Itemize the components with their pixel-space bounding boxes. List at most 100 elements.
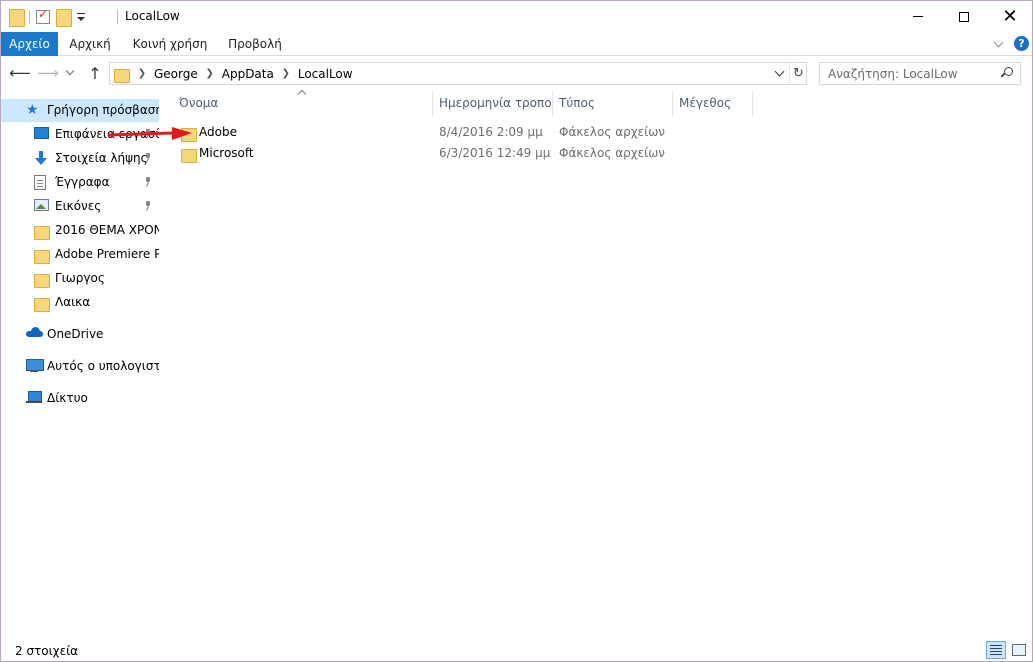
new-folder-icon[interactable]: [56, 9, 72, 27]
table-row[interactable]: Microsoft 6/3/2016 12:49 μμ Φάκελος αρχε…: [173, 143, 753, 164]
arrow-shaft: [108, 131, 175, 137]
breadcrumb: ❯ George ❯ AppData ❯ LocalLow: [134, 63, 357, 84]
sidebar-item-onedrive[interactable]: OneDrive: [1, 323, 159, 346]
title-separator: [117, 10, 118, 24]
maximize-button[interactable]: [941, 1, 987, 32]
sidebar-item-label: Στοιχεία λήψης: [55, 151, 148, 165]
minimize-button[interactable]: [895, 1, 941, 32]
pin-icon: [144, 201, 152, 211]
column-header-type[interactable]: Τύπος: [553, 90, 673, 117]
folder-icon: [181, 146, 197, 163]
folder-icon: [114, 66, 130, 83]
customize-toolbar-icon[interactable]: [76, 11, 86, 23]
file-list: Όνομα Ημερομηνία τροποποίησης Τύπος Μέγε…: [159, 89, 1032, 637]
sidebar-item-label: Adobe Premiere Pro: [55, 247, 159, 261]
breadcrumb-item-locallow[interactable]: LocalLow: [294, 67, 357, 81]
quick-access-toolbar: [9, 7, 86, 27]
breadcrumb-item-appdata[interactable]: AppData: [218, 67, 278, 81]
search-placeholder: Αναζήτηση: LocalLow: [828, 67, 958, 81]
recent-locations-button[interactable]: [63, 64, 77, 82]
help-icon[interactable]: ?: [1014, 36, 1029, 51]
network-icon: [26, 391, 42, 405]
sidebar-item-label: Εικόνες: [55, 199, 102, 213]
address-bar[interactable]: ❯ George ❯ AppData ❯ LocalLow ↻: [109, 62, 807, 85]
breadcrumb-chevron-icon[interactable]: ❯: [278, 68, 294, 79]
computer-icon: [26, 359, 44, 373]
annotation-arrow: [108, 127, 192, 140]
back-button[interactable]: ⟵: [9, 64, 31, 82]
status-bar: 2 στοιχεία: [1, 638, 1032, 661]
up-button[interactable]: ↑: [86, 64, 104, 83]
arrow-head: [172, 127, 192, 140]
navigation-bar: ⟵ ⟶ ↑ ❯ George ❯ AppData ❯ LocalLow ↻ Αν…: [1, 57, 1032, 89]
desktop-icon: [34, 127, 49, 139]
column-header-size[interactable]: Μέγεθος: [673, 90, 753, 117]
onedrive-icon: [26, 327, 43, 337]
sidebar-item-network[interactable]: Δίκτυο: [1, 387, 159, 410]
sidebar-item-label: OneDrive: [47, 327, 104, 341]
file-name: Adobe: [199, 125, 237, 139]
address-history-dropdown[interactable]: [772, 63, 788, 84]
file-type: Φάκελος αρχείων: [559, 125, 665, 139]
close-button[interactable]: ✕: [987, 1, 1032, 32]
minimize-icon: [913, 16, 923, 17]
pin-icon: [144, 177, 152, 187]
sidebar-item-label: Αυτός ο υπολογιστής: [47, 359, 159, 373]
folder-icon: [9, 9, 25, 27]
sidebar-item-giorgos[interactable]: Γιωργος: [1, 267, 159, 290]
forward-button[interactable]: ⟶: [37, 64, 59, 82]
sidebar-item-documents[interactable]: Έγγραφα: [1, 171, 159, 194]
file-name: Microsoft: [199, 146, 254, 160]
title-bar: LocalLow ✕: [1, 1, 1032, 32]
breadcrumb-item-george[interactable]: George: [150, 67, 202, 81]
file-type: Φάκελος αρχείων: [559, 146, 665, 160]
close-icon: ✕: [1002, 5, 1018, 27]
sidebar-item-laika[interactable]: Λαικα: [1, 291, 159, 314]
folder-icon: [34, 271, 50, 288]
file-date: 6/3/2016 12:49 μμ: [439, 146, 551, 160]
expand-ribbon-icon[interactable]: [993, 38, 1005, 48]
item-count: 2 στοιχεία: [15, 644, 79, 658]
download-icon: [34, 151, 48, 166]
search-icon[interactable]: [1001, 67, 1013, 79]
search-input[interactable]: Αναζήτηση: LocalLow: [819, 62, 1021, 85]
sidebar-item-this-pc[interactable]: Αυτός ο υπολογιστής: [1, 355, 159, 378]
documents-icon: [34, 175, 46, 190]
table-row[interactable]: Adobe 8/4/2016 2:09 μμ Φάκελος αρχείων: [173, 122, 753, 143]
breadcrumb-chevron-icon[interactable]: ❯: [202, 68, 218, 79]
sidebar-item-label: Γιωργος: [55, 271, 105, 285]
sidebar-item-downloads[interactable]: Στοιχεία λήψης: [1, 147, 159, 170]
properties-icon[interactable]: [36, 7, 50, 24]
folder-icon: [34, 247, 50, 264]
navigation-pane: ★ Γρήγορη πρόσβαση Επιφάνεια εργασίας Στ…: [1, 89, 159, 637]
tab-home[interactable]: Αρχική: [59, 32, 121, 56]
file-date: 8/4/2016 2:09 μμ: [439, 125, 543, 139]
sidebar-item-label: Έγγραφα: [55, 175, 110, 189]
details-view-icon[interactable]: [986, 641, 1006, 659]
tab-view[interactable]: Προβολή: [219, 32, 291, 56]
sidebar-item-label: Γρήγορη πρόσβαση: [47, 103, 159, 117]
sidebar-item-2016-thema[interactable]: 2016 ΘΕΜΑ ΧΡΟΝΟΣ: [1, 219, 159, 242]
sidebar-item-label: Δίκτυο: [47, 391, 88, 405]
refresh-button[interactable]: ↻: [789, 63, 807, 84]
sidebar-item-label: 2016 ΘΕΜΑ ΧΡΟΝΟΣ: [55, 223, 159, 237]
tab-share[interactable]: Κοινή χρήση: [123, 32, 217, 56]
maximize-icon: [959, 11, 969, 22]
toolbar-separator: [29, 10, 30, 24]
large-icons-view-icon[interactable]: [1009, 641, 1027, 659]
pictures-icon: [34, 199, 49, 211]
ribbon-tabs: Αρχείο Αρχική Κοινή χρήση Προβολή ?: [1, 32, 1032, 56]
sidebar-item-label: Λαικα: [55, 295, 91, 309]
breadcrumb-chevron-icon[interactable]: ❯: [134, 68, 150, 79]
column-header-date[interactable]: Ημερομηνία τροποποίησης: [433, 90, 553, 117]
explorer-window: LocalLow ✕ Αρχείο Αρχική Κοινή χρήση Προ…: [0, 0, 1033, 662]
pin-icon: [144, 153, 152, 163]
sidebar-item-pictures[interactable]: Εικόνες: [1, 195, 159, 218]
column-header-name[interactable]: Όνομα: [173, 90, 433, 117]
sidebar-item-quick-access[interactable]: ★ Γρήγορη πρόσβαση: [1, 99, 159, 122]
window-title: LocalLow: [125, 9, 180, 23]
star-icon: ★: [26, 102, 39, 118]
sidebar-item-adobe-premiere[interactable]: Adobe Premiere Pro: [1, 243, 159, 266]
folder-icon: [34, 223, 50, 240]
tab-file[interactable]: Αρχείο: [1, 32, 58, 56]
